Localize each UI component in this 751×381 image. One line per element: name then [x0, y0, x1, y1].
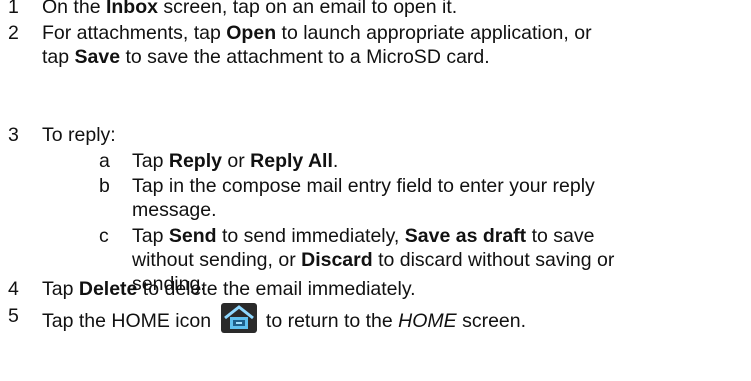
step-number: 1 — [8, 0, 19, 18]
ui-term: Delete — [78, 278, 138, 300]
text-run: For attachments, tap — [42, 22, 227, 44]
ui-term: Open — [226, 22, 277, 44]
step-text-line: tap Save to save the attachment to a Mic… — [42, 44, 490, 70]
text-run: screen, tap on an email to open it. — [157, 0, 458, 18]
step-text-line: For attachments, tap Open to launch appr… — [42, 20, 592, 46]
step-text-line: On the Inbox screen, tap on an email to … — [42, 0, 457, 20]
text-run: tap — [42, 46, 75, 68]
step-number: 2 — [8, 22, 19, 44]
text-run: On the — [42, 0, 106, 18]
text-run: or — [221, 150, 251, 172]
text-run: . — [332, 150, 339, 172]
home-icon — [220, 303, 257, 333]
text-run: Tap in the compose mail entry field to e… — [132, 175, 595, 197]
text-run: To reply: — [42, 124, 116, 146]
text-run: Tap — [42, 278, 79, 300]
step-number: 3 — [8, 124, 19, 146]
text-run: to discard without saving or — [372, 249, 615, 271]
text-run: Tap — [132, 225, 169, 247]
substep-text-line: without sending, or Discard to discard w… — [132, 247, 614, 273]
step-text-line: Tap Delete to delete the email immediate… — [42, 276, 416, 302]
text-run: to save the attachment to a MicroSD card… — [120, 46, 490, 68]
ui-term: Reply All — [250, 150, 333, 172]
screen-name: HOME — [398, 310, 457, 332]
ui-term: Inbox — [105, 0, 158, 18]
substep-letter: b — [99, 175, 110, 197]
text-run: Tap — [132, 150, 169, 172]
ui-term: Discard — [301, 249, 373, 271]
text-run: to launch appropriate application, or — [276, 22, 592, 44]
text-run: to delete the email immediately. — [137, 278, 416, 300]
substep-text-line: message. — [132, 197, 217, 223]
text-run: to send immediately, — [216, 225, 405, 247]
substep-letter: a — [99, 150, 110, 172]
text-run: Tap the HOME icon — [42, 310, 217, 332]
step-text-line: To reply: — [42, 122, 116, 148]
text-run: screen. — [456, 310, 527, 332]
ui-term: Save as draft — [404, 225, 527, 247]
text-run: without sending, or — [132, 249, 302, 271]
text-run: to save — [526, 225, 595, 247]
ui-term: Send — [168, 225, 217, 247]
step-number: 4 — [8, 278, 19, 300]
substep-text-line: Tap in the compose mail entry field to e… — [132, 173, 595, 199]
substep-letter: c — [99, 225, 109, 247]
step-number: 5 — [8, 305, 19, 327]
step-text-line: Tap the HOME icon to return to the HOME … — [42, 303, 526, 334]
text-run: to return to the — [260, 310, 399, 332]
substep-text-line: Tap Send to send immediately, Save as dr… — [132, 223, 594, 249]
substep-text-line: Tap Reply or Reply All. — [132, 148, 338, 174]
ui-term: Reply — [168, 150, 222, 172]
text-run: message. — [132, 199, 217, 221]
ui-term: Save — [74, 46, 121, 68]
